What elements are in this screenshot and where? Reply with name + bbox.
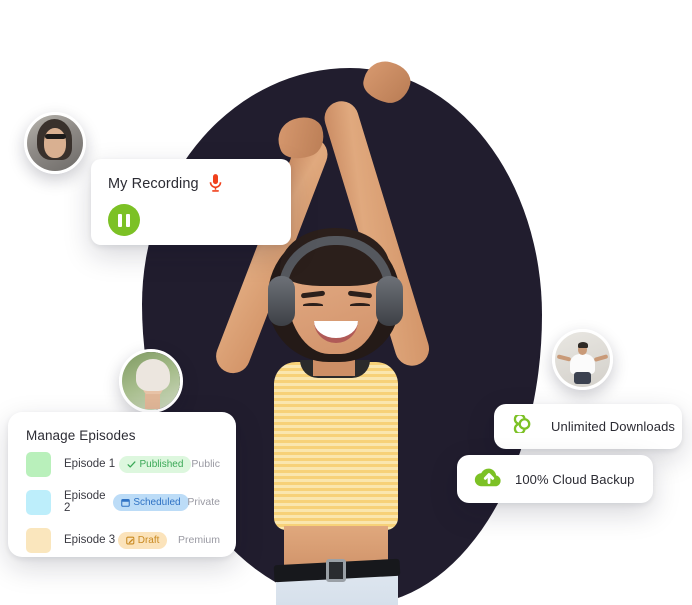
check-icon (127, 460, 136, 468)
infinity-icon (510, 413, 540, 438)
status-badge-wrap: Draft (117, 531, 178, 549)
status-badge-label: Draft (137, 534, 160, 546)
episode-visibility: Public (191, 458, 220, 470)
hero-illustration-stage: My Recording Manage Episodes Episode 1 P… (0, 0, 692, 605)
episode-name: Episode 1 (64, 458, 116, 470)
recording-card-header: My Recording (91, 159, 291, 193)
avatar-image (122, 352, 180, 410)
episode-visibility: Premium (177, 534, 220, 546)
headphone-cup-right (376, 276, 403, 326)
table-row[interactable]: Episode 2 Scheduled Private (8, 485, 236, 519)
avatar-arm-right (593, 354, 609, 362)
hero-striped-top (274, 362, 398, 530)
status-badge-wrap: Scheduled (113, 493, 189, 511)
avatar-woman-blonde[interactable] (119, 349, 183, 413)
status-badge[interactable]: Draft (117, 531, 168, 549)
status-badge[interactable]: Published (119, 455, 192, 473)
avatar-hair (577, 341, 588, 348)
avatar-image (27, 115, 83, 171)
episode-visibility: Private (187, 496, 220, 508)
status-badge-label: Published (139, 458, 184, 470)
headphone-cup-left (268, 276, 295, 326)
avatar-pants (573, 371, 592, 384)
sunglasses-icon (45, 134, 66, 140)
pause-button[interactable] (108, 204, 140, 236)
episode-name: Episode 3 (64, 534, 116, 546)
cloud-backup-label: 100% Cloud Backup (515, 471, 635, 487)
avatar-shirt (570, 354, 595, 374)
recording-title: My Recording (108, 175, 199, 192)
pause-icon (118, 213, 123, 227)
hero-belt-buckle (326, 559, 346, 582)
status-badge-wrap: Published (119, 455, 192, 473)
episode-color-swatch (26, 489, 51, 515)
avatar-neck (145, 393, 161, 409)
edit-icon (125, 536, 135, 544)
manage-episodes-card: Manage Episodes Episode 1 Published Publ… (8, 412, 236, 557)
episode-name: Episode 2 (64, 490, 106, 514)
hero-right-hand (359, 57, 415, 107)
unlimited-downloads-card[interactable]: Unlimited Downloads (494, 404, 682, 449)
cloud-upload-icon (473, 464, 505, 495)
episode-color-swatch (26, 451, 51, 477)
avatar-image (555, 332, 610, 387)
avatar-man-dancing[interactable] (552, 329, 613, 390)
table-row[interactable]: Episode 3 Draft Premium (8, 523, 236, 557)
avatar-hair (135, 358, 170, 392)
calendar-icon (121, 498, 131, 507)
avatar-woman-sunglasses[interactable] (24, 112, 86, 174)
status-badge[interactable]: Scheduled (113, 493, 189, 511)
cloud-backup-card[interactable]: 100% Cloud Backup (457, 455, 653, 503)
unlimited-downloads-label: Unlimited Downloads (551, 419, 676, 434)
table-row[interactable]: Episode 1 Published Public (8, 447, 236, 481)
hero-eye-right (350, 303, 370, 307)
status-badge-label: Scheduled (133, 496, 181, 508)
pause-icon-second-bar (125, 213, 130, 227)
microphone-icon (208, 174, 223, 193)
episode-color-swatch (26, 527, 51, 553)
recording-card: My Recording (91, 159, 291, 245)
avatar-face (43, 128, 67, 158)
hero-eye-left (303, 303, 323, 307)
manage-episodes-title: Manage Episodes (26, 428, 136, 443)
